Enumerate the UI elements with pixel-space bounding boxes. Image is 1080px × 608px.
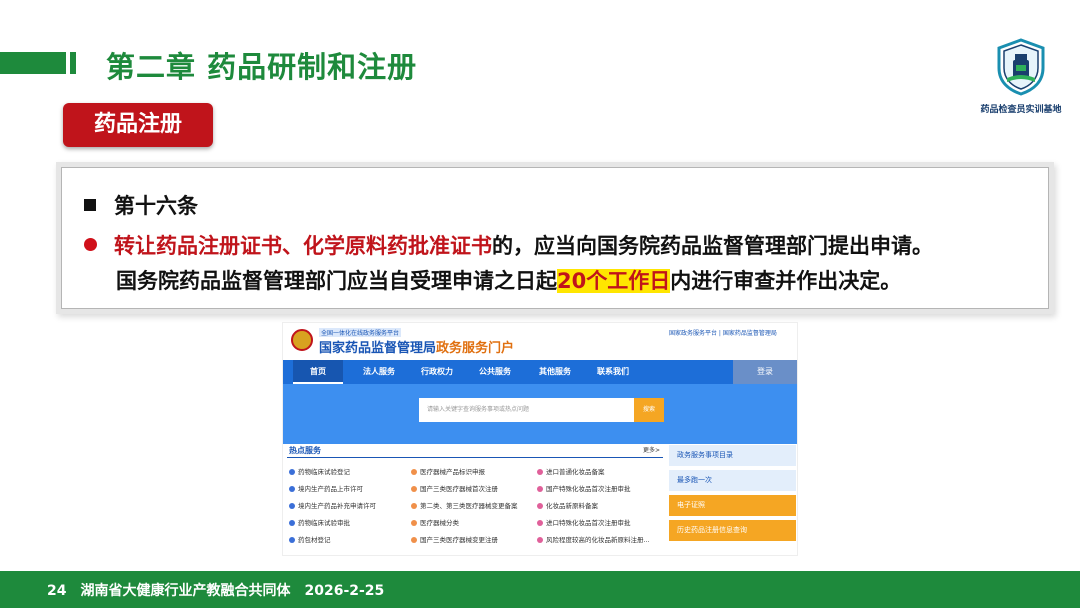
bullet-icon [411, 520, 417, 526]
hot-services-divider [287, 457, 663, 458]
nav-public-services[interactable]: 公共服务 [479, 360, 511, 384]
bullet-icon [289, 537, 295, 543]
bullet-icon [289, 503, 295, 509]
nav-home[interactable]: 首页 [310, 360, 326, 384]
article-line2-pre: 国务院药品监督管理部门应当自受理申请之日起 [116, 269, 557, 293]
service-item[interactable]: 药包材登记 [289, 534, 331, 544]
search-button[interactable]: 搜索 [634, 398, 664, 422]
article-line2-highlight: 20个工作日 [557, 269, 671, 293]
service-item[interactable]: 国产三类医疗器械首次注册 [411, 483, 498, 493]
article-line-2: 国务院药品监督管理部门应当自受理申请之日起20个工作日内进行审查并作出决定。 [84, 265, 901, 295]
portal-subtitle: 全国一体化在线政务服务平台 [319, 328, 402, 337]
search-banner: 请输入关键字查询服务事项或热点问题 搜索 [283, 384, 797, 444]
nav-contact[interactable]: 联系我们 [597, 360, 629, 384]
service-item[interactable]: 医疗器械分类 [411, 517, 459, 527]
article-line-1: 转让药品注册证书、化学原料药批准证书的，应当向国务院药品监督管理部门提出申请。 [84, 230, 933, 260]
nav-admin-power[interactable]: 行政权力 [421, 360, 453, 384]
login-button[interactable]: 登录 [733, 360, 797, 384]
service-item[interactable]: 进口普通化妆品备案 [537, 466, 605, 476]
bullet-icon [411, 503, 417, 509]
service-item[interactable]: 国产三类医疗器械变更注册 [411, 534, 498, 544]
chapter-title: 第二章 药品研制和注册 [106, 50, 418, 84]
service-item[interactable]: 进口特殊化妆品首次注册审批 [537, 517, 631, 527]
bullet-icon [289, 469, 295, 475]
nav-other-services[interactable]: 其他服务 [539, 360, 571, 384]
side-e-license-button[interactable]: 电子证照 [669, 495, 796, 516]
portal-title-suffix: 政务服务门户 [436, 341, 515, 356]
article-box: 第十六条 转让药品注册证书、化学原料药批准证书的，应当向国务院药品监督管理部门提… [61, 167, 1049, 309]
side-run-once-button[interactable]: 最多跑一次 [669, 470, 796, 491]
more-link[interactable]: 更多> [643, 445, 660, 454]
hot-services-title: 热点服务 [289, 446, 321, 455]
page-number: 24 [47, 583, 67, 599]
article-line1-rest: 的，应当向国务院药品监督管理部门提出申请。 [492, 234, 933, 258]
service-item[interactable]: 风险程度较高的化妆品新原料注册... [537, 534, 650, 544]
service-item[interactable]: 药物临床试验登记 [289, 466, 350, 476]
portal-nav: 首页 法人服务 行政权力 公共服务 其他服务 联系我们 登录 [283, 360, 797, 384]
portal-top-links[interactable]: 国家政务服务平台 | 国家药品监督管理局 [669, 328, 777, 337]
logo-text: 药品检查员实训基地 [980, 105, 1062, 115]
portal-screenshot: 全国一体化在线政务服务平台 国家药品监督管理局政务服务门户 国家政务服务平台 |… [282, 322, 798, 556]
side-history-query-button[interactable]: 历史药品注册信息查询 [669, 520, 796, 541]
bullet-icon [537, 520, 543, 526]
article-line2-post: 内进行审查并作出决定。 [670, 269, 902, 293]
bullet-icon [289, 520, 295, 526]
section-tag: 药品注册 [63, 103, 213, 147]
nav-legal-services[interactable]: 法人服务 [363, 360, 395, 384]
bullet-icon [537, 503, 543, 509]
shield-logo-icon [997, 38, 1045, 96]
bullet-icon [411, 486, 417, 492]
search-input[interactable]: 请输入关键字查询服务事项或热点问题 [419, 398, 634, 422]
bullet-icon [411, 469, 417, 475]
article-title: 第十六条 [114, 194, 198, 218]
article-title-line: 第十六条 [84, 190, 198, 220]
portal-title-main: 国家药品监督管理局 [319, 341, 437, 356]
service-item[interactable]: 化妆品新原料备案 [537, 500, 598, 510]
national-emblem-icon [291, 329, 313, 351]
logo: 药品检查员实训基地 [976, 38, 1066, 116]
service-item[interactable]: 药物临床试验审批 [289, 517, 350, 527]
footer: 24 湖南省大健康行业产教融合共同体 2026-2-25 [47, 580, 398, 600]
square-bullet-icon [84, 199, 96, 211]
footer-org: 湖南省大健康行业产教融合共同体 [80, 583, 291, 599]
bullet-icon [537, 537, 543, 543]
bullet-icon [537, 469, 543, 475]
dot-bullet-icon [84, 238, 97, 251]
service-item[interactable]: 医疗器械产品标识申报 [411, 466, 485, 476]
footer-date: 2026-2-25 [304, 583, 385, 599]
portal-title: 国家药品监督管理局政务服务门户 [319, 337, 514, 356]
article-line1-red: 转让药品注册证书、化学原料药批准证书 [114, 234, 492, 258]
service-item[interactable]: 国产特殊化妆品首次注册审批 [537, 483, 631, 493]
service-item[interactable]: 第二类、第三类医疗器械变更备案 [411, 500, 518, 510]
bullet-icon [289, 486, 295, 492]
header-bar-accent [70, 52, 76, 74]
service-item[interactable]: 境内生产药品上市许可 [289, 483, 363, 493]
header-bar [0, 52, 66, 74]
service-item[interactable]: 境内生产药品补充申请许可 [289, 500, 376, 510]
bullet-icon [411, 537, 417, 543]
side-catalog-button[interactable]: 政务服务事项目录 [669, 445, 796, 466]
bullet-icon [537, 486, 543, 492]
